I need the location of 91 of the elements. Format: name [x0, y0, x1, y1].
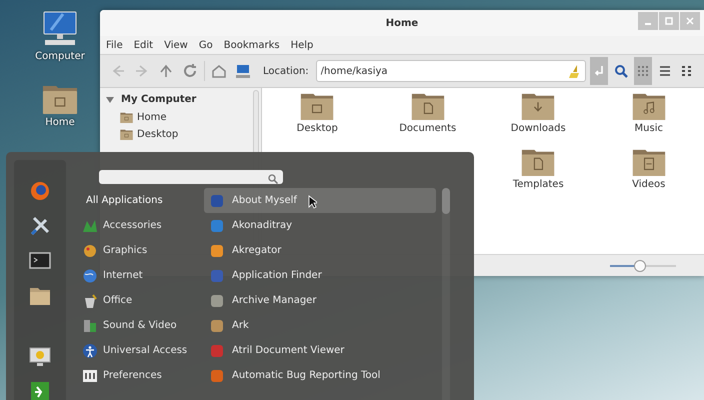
- close-button[interactable]: [680, 12, 700, 30]
- sidebar-item[interactable]: Home: [106, 109, 247, 126]
- expander-icon[interactable]: [106, 96, 114, 104]
- folder-icon: [29, 285, 51, 307]
- mouse-pointer-icon: [308, 195, 317, 209]
- grid-icon: [637, 65, 649, 77]
- menu-item[interactable]: File: [106, 40, 123, 50]
- app-item[interactable]: Automatic Bug Reporting Tool: [204, 363, 436, 388]
- folder-icon: [632, 148, 666, 176]
- window-title: Home: [386, 18, 418, 28]
- app-item[interactable]: Atril Document Viewer: [204, 338, 436, 363]
- app-item[interactable]: Akregator: [204, 238, 436, 263]
- category-item[interactable]: Accessories: [78, 213, 204, 238]
- folder-label[interactable]: Videos: [632, 179, 666, 190]
- menu-item[interactable]: Bookmarks: [224, 40, 280, 50]
- enter-arrow-icon: [593, 65, 605, 77]
- sidebar-item[interactable]: Desktop: [106, 126, 247, 143]
- category-item[interactable]: Sound & Video: [78, 313, 204, 338]
- prefs-category-icon: [82, 368, 98, 384]
- clear-broom-icon[interactable]: [568, 64, 580, 78]
- tools-icon: [29, 215, 51, 237]
- location-label: Location:: [263, 66, 309, 76]
- folder-label[interactable]: Music: [634, 123, 663, 134]
- menu-item[interactable]: Go: [198, 40, 213, 50]
- list-icon: [659, 65, 671, 77]
- folder-icon: [521, 92, 556, 120]
- left-arrow-icon: [110, 63, 126, 79]
- app-icon: [210, 368, 224, 382]
- folder-label[interactable]: Templates: [512, 179, 564, 190]
- computer-icon: [235, 63, 251, 79]
- menu-item[interactable]: View: [164, 40, 188, 50]
- scrollbar[interactable]: [442, 188, 450, 400]
- internet-category-icon: [82, 268, 98, 284]
- category-item[interactable]: Universal Access: [78, 338, 204, 363]
- app-item[interactable]: About Myself: [204, 188, 436, 213]
- category-item[interactable]: Office: [78, 288, 204, 313]
- zoom-slider[interactable]: [610, 260, 676, 272]
- folder-icon: [120, 112, 133, 123]
- accessories-category-icon: [82, 218, 98, 234]
- computer-icon: [41, 10, 79, 48]
- search-field[interactable]: [99, 170, 283, 184]
- search-icon: [614, 64, 628, 78]
- location-field[interactable]: /home/kasiya: [316, 60, 586, 82]
- folder-icon: [410, 92, 445, 120]
- minimize-button[interactable]: [638, 12, 658, 30]
- category-item[interactable]: Preferences: [78, 363, 204, 388]
- app-icon: [210, 244, 224, 258]
- location-toggle-button[interactable]: [590, 57, 608, 85]
- browser-icon: [29, 180, 51, 202]
- graphics-category-icon: [82, 242, 98, 258]
- category-item[interactable]: Graphics: [78, 238, 204, 263]
- compact-icon: [681, 65, 693, 77]
- folder-icon: [632, 92, 666, 120]
- monitor-lock-icon: [29, 346, 51, 368]
- office-category-icon: [82, 292, 98, 308]
- sound-category-icon: [82, 318, 98, 334]
- folder-icon: [300, 92, 334, 120]
- reload-icon: [182, 63, 198, 79]
- right-arrow-icon: [134, 63, 150, 79]
- folder-icon: [120, 129, 133, 140]
- menu-item[interactable]: Edit: [134, 40, 154, 50]
- menu-item[interactable]: Help: [290, 40, 314, 50]
- home-folder-icon: [42, 84, 78, 114]
- terminal-icon: [29, 250, 51, 272]
- folder-label[interactable]: Desktop: [296, 123, 338, 134]
- app-icon: [210, 268, 224, 282]
- access-category-icon: [82, 342, 98, 358]
- app-item[interactable]: Application Finder: [204, 263, 436, 288]
- folder-icon: [521, 148, 556, 176]
- app-item[interactable]: Akonaditray: [204, 213, 436, 238]
- search-icon: [268, 174, 278, 184]
- up-arrow-icon: [158, 63, 174, 79]
- app-item[interactable]: Archive Manager: [204, 288, 436, 313]
- app-icon: [210, 318, 224, 332]
- exit-door-icon: [29, 381, 51, 400]
- desktop-icon-label[interactable]: Home: [45, 117, 75, 128]
- maximize-icon: [665, 17, 673, 25]
- folder-label[interactable]: Downloads: [510, 123, 566, 134]
- desktop-icon-label[interactable]: Computer: [35, 51, 85, 62]
- category-item[interactable]: All Applications: [78, 188, 204, 213]
- sidebar-heading: My Computer: [121, 94, 196, 105]
- app-icon: [210, 194, 224, 208]
- close-icon: [686, 17, 694, 25]
- app-icon: [210, 344, 224, 358]
- house-icon: [211, 63, 227, 79]
- category-item[interactable]: Internet: [78, 263, 204, 288]
- app-icon: [210, 294, 224, 308]
- app-icon: [210, 218, 224, 232]
- maximize-button[interactable]: [659, 12, 679, 30]
- folder-label[interactable]: Documents: [399, 123, 456, 134]
- app-item[interactable]: Ark: [204, 313, 436, 338]
